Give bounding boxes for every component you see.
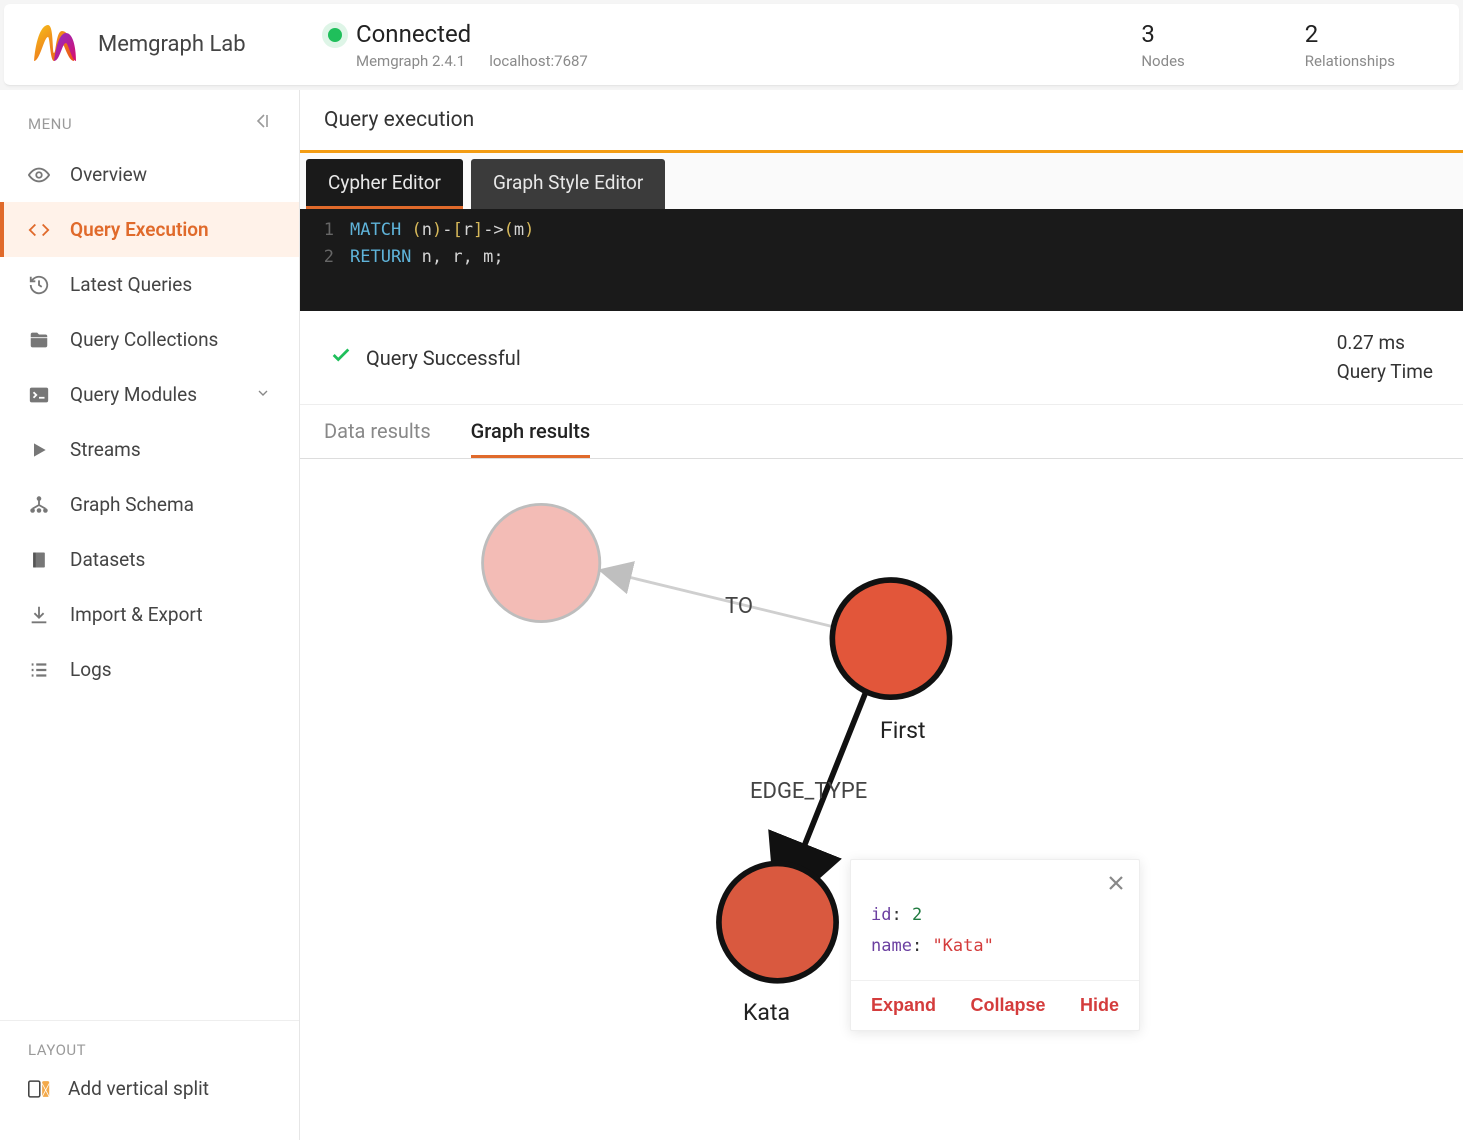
status-dot-icon — [328, 28, 342, 42]
stat-nodes-count: 3 — [1141, 20, 1184, 48]
layout-add-vertical-split[interactable]: Add vertical split — [28, 1077, 271, 1100]
query-time-label: Query Time — [1337, 358, 1433, 387]
menu-header: MENU — [0, 100, 299, 147]
sidebar-item-logs[interactable]: Logs — [0, 642, 299, 697]
editor-tabs: Cypher Editor Graph Style Editor — [300, 153, 1463, 209]
popup-val-name: "Kata" — [932, 936, 993, 956]
sidebar-item-label: Logs — [70, 658, 112, 681]
sidebar-item-import-export[interactable]: Import & Export — [0, 587, 299, 642]
play-icon — [28, 439, 50, 461]
expand-button[interactable]: Expand — [871, 995, 936, 1016]
main: Query execution Cypher Editor Graph Styl… — [300, 90, 1463, 1140]
list-icon — [28, 659, 50, 681]
popup-body: id: 2 name: "Kata" — [851, 860, 1139, 979]
stat-rel-count: 2 — [1305, 20, 1395, 48]
sidebar-item-query-collections[interactable]: Query Collections — [0, 312, 299, 367]
sidebar-item-overview[interactable]: Overview — [0, 147, 299, 202]
graph-canvas[interactable]: TO First EDGE_TYPE Kata id: 2 name: "Kat… — [300, 459, 1463, 1140]
sidebar-item-label: Query Modules — [70, 383, 197, 406]
tab-data-results[interactable]: Data results — [324, 419, 431, 458]
connection-status: Connected Memgraph 2.4.1 localhost:7687 — [308, 20, 1141, 70]
sidebar-item-label: Latest Queries — [70, 273, 192, 296]
node-label-kata: Kata — [743, 999, 790, 1026]
book-icon — [28, 549, 50, 571]
graph-svg — [300, 459, 1463, 1140]
stats: 3 Nodes 2 Relationships — [1141, 20, 1435, 70]
code-icon — [28, 219, 50, 241]
sidebar-item-label: Graph Schema — [70, 493, 194, 516]
popup-key-id: id — [871, 905, 891, 925]
history-icon — [28, 274, 50, 296]
sidebar-item-label: Datasets — [70, 548, 145, 571]
graph-node-faded[interactable] — [483, 505, 600, 622]
collapse-button[interactable]: Collapse — [970, 995, 1045, 1016]
node-details-popup: id: 2 name: "Kata" Expand Collapse Hide — [850, 859, 1140, 1030]
sidebar-item-label: Overview — [70, 163, 147, 186]
sidebar: MENU Overview Query Execution — [0, 90, 300, 1140]
popup-key-name: name — [871, 936, 912, 956]
popup-val-id: 2 — [912, 905, 922, 925]
query-status-text: Query Successful — [366, 346, 521, 370]
hide-button[interactable]: Hide — [1080, 995, 1119, 1016]
menu-label: MENU — [28, 115, 72, 133]
eye-icon — [28, 164, 50, 186]
sidebar-item-label: Import & Export — [70, 603, 203, 626]
code-keyword: MATCH — [350, 220, 401, 240]
schema-icon — [28, 494, 50, 516]
code-editor[interactable]: 1MATCH (n)-[r]->(m) 2RETURN n, r, m; — [300, 209, 1463, 311]
page-title: Query execution — [300, 90, 1463, 153]
collapse-sidebar-icon[interactable] — [253, 112, 271, 135]
sidebar-item-query-execution[interactable]: Query Execution — [0, 202, 299, 257]
stat-nodes: 3 Nodes — [1141, 20, 1184, 70]
chevron-down-icon — [255, 383, 271, 406]
sidebar-item-label: Query Execution — [70, 218, 209, 241]
folder-icon — [28, 329, 50, 351]
download-icon — [28, 604, 50, 626]
stat-nodes-label: Nodes — [1141, 52, 1184, 70]
layout-header: LAYOUT — [28, 1041, 271, 1059]
node-label-first: First — [880, 717, 926, 744]
split-icon — [28, 1078, 50, 1100]
tab-cypher-editor[interactable]: Cypher Editor — [306, 159, 463, 209]
query-time-value: 0.27 ms — [1337, 329, 1433, 358]
stat-relationships: 2 Relationships — [1305, 20, 1395, 70]
editor-area: Cypher Editor Graph Style Editor 1MATCH … — [300, 153, 1463, 311]
connection-version: Memgraph 2.4.1 — [356, 52, 465, 70]
memgraph-logo-icon — [28, 19, 80, 71]
tab-graph-style-editor[interactable]: Graph Style Editor — [471, 159, 665, 209]
terminal-icon — [28, 384, 50, 406]
sidebar-item-streams[interactable]: Streams — [0, 422, 299, 477]
sidebar-item-label: Query Collections — [70, 328, 218, 351]
sidebar-item-datasets[interactable]: Datasets — [0, 532, 299, 587]
layout-item-label: Add vertical split — [68, 1077, 209, 1100]
stat-rel-label: Relationships — [1305, 52, 1395, 70]
query-status-row: Query Successful 0.27 ms Query Time — [300, 311, 1463, 405]
brand-name: Memgraph Lab — [98, 32, 246, 57]
top-bar: Memgraph Lab Connected Memgraph 2.4.1 lo… — [4, 4, 1459, 86]
brand: Memgraph Lab — [28, 19, 308, 71]
close-popup-button[interactable] — [1107, 872, 1125, 898]
connection-host: localhost:7687 — [489, 52, 588, 70]
sidebar-item-latest-queries[interactable]: Latest Queries — [0, 257, 299, 312]
connection-title: Connected — [356, 20, 588, 48]
check-icon — [330, 344, 352, 371]
result-tabs: Data results Graph results — [300, 405, 1463, 459]
graph-node-kata[interactable] — [719, 864, 836, 981]
query-time: 0.27 ms Query Time — [1337, 329, 1433, 386]
sidebar-item-graph-schema[interactable]: Graph Schema — [0, 477, 299, 532]
edge-label-to: TO — [725, 594, 753, 619]
sidebar-item-query-modules[interactable]: Query Modules — [0, 367, 299, 422]
code-keyword: RETURN — [350, 247, 411, 267]
tab-graph-results[interactable]: Graph results — [471, 419, 591, 458]
sidebar-item-label: Streams — [70, 438, 141, 461]
edge-label-type: EDGE_TYPE — [750, 779, 867, 804]
graph-node-first[interactable] — [832, 580, 949, 697]
